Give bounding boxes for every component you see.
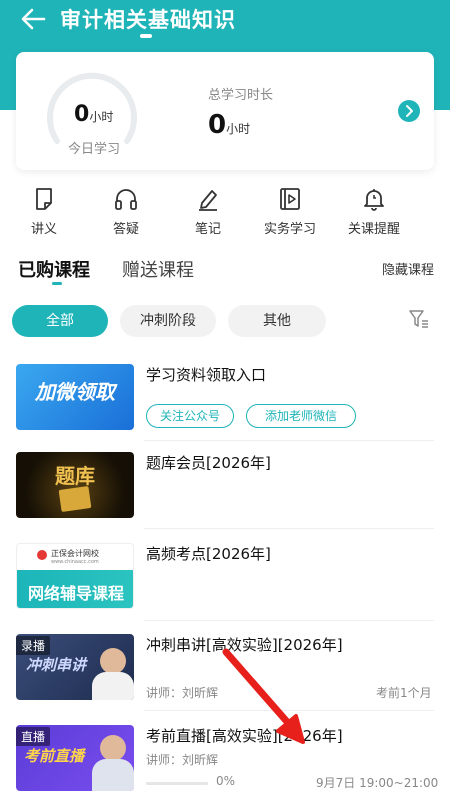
tool-qa[interactable]: 答疑 xyxy=(86,186,166,237)
tool-notes[interactable]: 笔记 xyxy=(168,186,248,237)
tool-handout[interactable]: 讲义 xyxy=(4,186,84,237)
teacher-portrait-body xyxy=(92,672,134,700)
add-teacher-wechat-tag[interactable]: 添加老师微信 xyxy=(246,404,356,428)
course-teacher: 讲师：刘昕辉 xyxy=(146,686,219,700)
handout-icon xyxy=(36,188,52,210)
tool-reminder-label: 关课提醒 xyxy=(347,222,400,237)
course-title: 学习资料领取入口 xyxy=(146,366,267,384)
study-stats-card: 0小时 今日学习 总学习时长 0小时 xyxy=(16,52,434,170)
today-study-label: 今日学习 xyxy=(68,142,121,157)
tool-practice[interactable]: 实务学习 xyxy=(250,186,330,237)
recorded-badge: 录播 xyxy=(16,636,51,655)
course-thumbnail: 考前直播 直播 xyxy=(16,725,134,791)
video-icon xyxy=(280,188,300,210)
course-title: 冲刺串讲[高效实验][2026年] xyxy=(146,636,343,654)
tool-notes-label: 笔记 xyxy=(194,222,221,237)
book-icon xyxy=(58,486,92,512)
total-study-unit: 小时 xyxy=(226,122,251,136)
total-study-value: 0小时 xyxy=(208,110,251,140)
course-thumbnail: 冲刺串讲 录播 xyxy=(16,634,134,700)
course-teacher: 讲师：刘昕辉 xyxy=(146,753,219,767)
teacher-portrait xyxy=(100,648,126,674)
tab-indicator xyxy=(52,282,62,285)
total-study-label: 总学习时长 xyxy=(208,88,274,103)
course-title: 高频考点[2026年] xyxy=(146,545,271,563)
tool-qa-label: 答疑 xyxy=(112,222,139,237)
course-thumbnail: 加微领取 xyxy=(16,364,134,430)
course-period: 考前1个月 xyxy=(376,686,432,700)
today-study-unit: 小时 xyxy=(89,110,114,124)
title-underline xyxy=(140,34,152,38)
teacher-portrait-body xyxy=(92,759,134,791)
thumbnail-text: 题库 xyxy=(55,464,95,488)
tool-reminder[interactable]: 关课提醒 xyxy=(334,186,414,237)
today-study-value: 0小时 xyxy=(74,102,114,127)
list-divider xyxy=(144,528,434,529)
thumbnail-text: 冲刺串讲 xyxy=(26,656,87,674)
tab-gifted[interactable]: 赠送课程 xyxy=(122,256,194,282)
course-title: 题库会员[2026年] xyxy=(146,454,271,472)
school-website: www.chinaacc.com xyxy=(51,559,99,565)
filter-sprint[interactable]: 冲刺阶段 xyxy=(120,305,216,337)
page-title: 审计相关基础知识 xyxy=(60,8,236,32)
course-progress-text: 0% xyxy=(216,774,236,788)
tool-handout-label: 讲义 xyxy=(30,222,57,237)
course-progress-bar xyxy=(146,782,208,785)
headphones-icon xyxy=(115,189,137,210)
school-logo-icon xyxy=(37,550,47,560)
hide-courses-link[interactable]: 隐藏课程 xyxy=(382,259,434,278)
thumbnail-text: 网络辅导课程 xyxy=(27,584,124,603)
pen-icon xyxy=(199,190,217,211)
stats-detail-button[interactable] xyxy=(398,100,420,122)
course-thumbnail: 题库 xyxy=(16,452,134,518)
live-schedule: 9月7日 19:00~21:00 xyxy=(316,776,439,790)
filter-other[interactable]: 其他 xyxy=(228,305,326,337)
course-title: 考前直播[高效实验][2026年] xyxy=(146,727,343,745)
tool-bar: 讲义 答疑 笔记 实务学习 关课提醒 xyxy=(0,186,450,242)
course-thumbnail: 正保会计网校 www.chinaacc.com 网络辅导课程 xyxy=(16,543,134,609)
follow-account-tag[interactable]: 关注公众号 xyxy=(146,404,234,428)
school-name: 正保会计网校 xyxy=(51,549,99,558)
thumbnail-text: 加微领取 xyxy=(35,380,115,404)
filter-all[interactable]: 全部 xyxy=(12,305,108,337)
filter-icon[interactable] xyxy=(408,308,430,330)
teacher-portrait xyxy=(100,735,126,761)
back-arrow-icon[interactable] xyxy=(18,4,48,34)
bell-icon xyxy=(364,189,384,211)
thumbnail-text: 考前直播 xyxy=(24,747,85,765)
tab-purchased[interactable]: 已购课程 xyxy=(18,256,90,282)
live-badge: 直播 xyxy=(16,727,51,746)
list-divider xyxy=(144,440,434,441)
tool-practice-label: 实务学习 xyxy=(263,222,316,237)
list-divider xyxy=(144,710,434,711)
chevron-right-icon xyxy=(406,105,413,117)
list-divider xyxy=(144,620,434,621)
